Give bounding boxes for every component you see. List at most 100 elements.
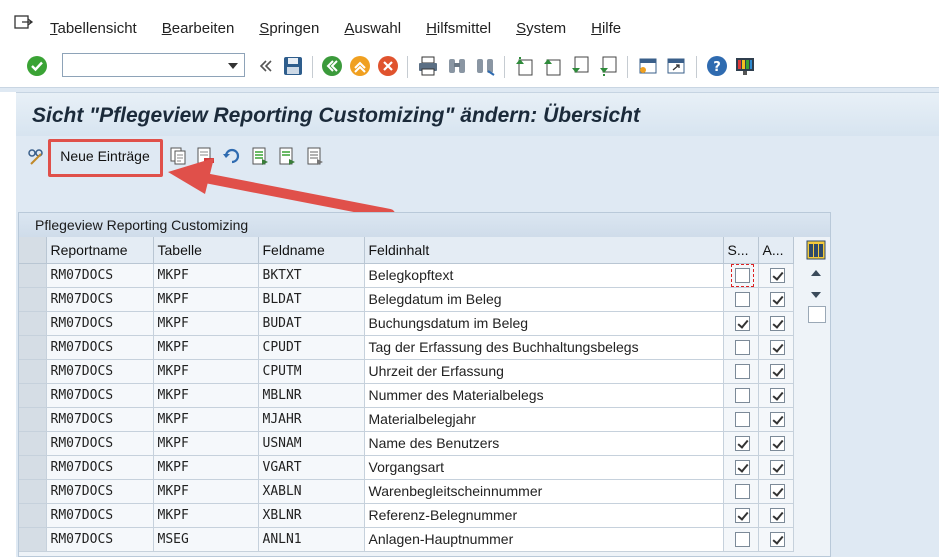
cell-reportname[interactable]: RM07DOCS: [46, 359, 154, 384]
chevron-down-icon[interactable]: [228, 63, 238, 69]
command-field[interactable]: [62, 53, 245, 77]
table-row[interactable]: RM07DOCS MKPF VGART Vorgangsart: [19, 455, 794, 480]
menu-item-bearbeiten[interactable]: Bearbeiten: [162, 20, 235, 37]
delete-icon[interactable]: [195, 146, 215, 166]
cell-reportname[interactable]: RM07DOCS: [46, 287, 154, 312]
table-row[interactable]: RM07DOCS MKPF MBLNR Nummer des Materialbele…: [19, 383, 794, 408]
back-icon[interactable]: [321, 55, 343, 77]
checkbox-s[interactable]: [735, 460, 750, 476]
checkbox-s[interactable]: [735, 316, 750, 332]
cell-feldinhalt[interactable]: Uhrzeit der Erfassung: [364, 359, 724, 384]
select-block-icon[interactable]: [277, 146, 297, 166]
menu-item-springen[interactable]: Springen: [259, 20, 319, 37]
confirm-icon[interactable]: [26, 55, 48, 77]
checkbox-s[interactable]: [735, 436, 750, 452]
checkbox-a[interactable]: [770, 460, 785, 476]
find-next-icon[interactable]: [474, 55, 496, 77]
new-session-icon[interactable]: [637, 55, 659, 77]
cell-feldname[interactable]: USNAM: [258, 431, 365, 456]
cell-feldinhalt[interactable]: Tag der Erfassung des Buchhaltungsbelegs: [364, 335, 724, 360]
row-selector[interactable]: [19, 527, 47, 552]
checkbox-a[interactable]: [770, 340, 785, 356]
cell-tabelle[interactable]: MKPF: [153, 479, 259, 504]
cell-feldinhalt[interactable]: Belegkopftext: [364, 263, 724, 288]
table-row[interactable]: RM07DOCS MKPF CPUDT Tag der Erfassung des B…: [19, 335, 794, 360]
deselect-all-icon[interactable]: [305, 146, 325, 166]
cell-feldname[interactable]: XABLN: [258, 479, 365, 504]
checkbox-a[interactable]: [770, 316, 785, 332]
select-all-icon[interactable]: [250, 146, 270, 166]
checkbox-a[interactable]: [770, 364, 785, 380]
cell-feldname[interactable]: CPUTM: [258, 359, 365, 384]
table-row[interactable]: RM07DOCS MKPF BLDAT Belegdatum im Beleg: [19, 287, 794, 312]
column-header-feldinhalt[interactable]: Feldinhalt: [364, 237, 724, 264]
cell-reportname[interactable]: RM07DOCS: [46, 431, 154, 456]
row-selector[interactable]: [19, 407, 47, 432]
cell-feldname[interactable]: VGART: [258, 455, 365, 480]
table-row[interactable]: RM07DOCS MKPF BKTXT Belegkopftext: [19, 263, 794, 288]
cell-reportname[interactable]: RM07DOCS: [46, 503, 154, 528]
cell-feldname[interactable]: ANLN1: [258, 527, 365, 552]
row-selector[interactable]: [19, 263, 47, 288]
cell-feldinhalt[interactable]: Anlagen-Hauptnummer: [364, 527, 724, 552]
cell-tabelle[interactable]: MKPF: [153, 263, 259, 288]
row-selector[interactable]: [19, 479, 47, 504]
find-icon[interactable]: [446, 55, 468, 77]
cell-tabelle[interactable]: MKPF: [153, 407, 259, 432]
cell-reportname[interactable]: RM07DOCS: [46, 479, 154, 504]
double-chevron-left-icon[interactable]: [255, 55, 277, 77]
cell-reportname[interactable]: RM07DOCS: [46, 311, 154, 336]
cell-tabelle[interactable]: MKPF: [153, 383, 259, 408]
checkbox-s[interactable]: [735, 364, 750, 380]
checkbox-a[interactable]: [770, 412, 785, 428]
copy-as-icon[interactable]: [168, 146, 188, 166]
table-row[interactable]: RM07DOCS MSEG ANLN1 Anlagen-Hauptnummer: [19, 527, 794, 552]
print-icon[interactable]: [417, 55, 439, 77]
table-row[interactable]: RM07DOCS MKPF USNAM Name des Benutzers: [19, 431, 794, 456]
cell-feldname[interactable]: BLDAT: [258, 287, 365, 312]
table-row[interactable]: RM07DOCS MKPF CPUTM Uhrzeit der Erfassung: [19, 359, 794, 384]
menu-item-hilfe[interactable]: Hilfe: [591, 20, 621, 37]
checkbox-s[interactable]: [735, 484, 750, 500]
cell-feldname[interactable]: BUDAT: [258, 311, 365, 336]
last-page-icon[interactable]: [597, 55, 619, 77]
table-row[interactable]: RM07DOCS MKPF XABLN Warenbegleitscheinnumme…: [19, 479, 794, 504]
row-selector[interactable]: [19, 287, 47, 312]
checkbox-s[interactable]: [735, 292, 750, 308]
cell-reportname[interactable]: RM07DOCS: [46, 407, 154, 432]
cell-feldinhalt[interactable]: Referenz-Belegnummer: [364, 503, 724, 528]
scroll-thumb[interactable]: [808, 306, 826, 323]
cell-tabelle[interactable]: MKPF: [153, 503, 259, 528]
column-header-feldname[interactable]: Feldname: [258, 237, 365, 264]
cell-tabelle[interactable]: MKPF: [153, 455, 259, 480]
cell-feldinhalt[interactable]: Nummer des Materialbelegs: [364, 383, 724, 408]
column-header-reportname[interactable]: Reportname: [46, 237, 154, 264]
cell-tabelle[interactable]: MSEG: [153, 527, 259, 552]
checkbox-a[interactable]: [770, 508, 785, 524]
cell-feldinhalt[interactable]: Buchungsdatum im Beleg: [364, 311, 724, 336]
menu-icon[interactable]: [14, 14, 34, 30]
column-header-tabelle[interactable]: Tabelle: [153, 237, 259, 264]
scroll-down-arrow[interactable]: [811, 292, 821, 298]
cell-tabelle[interactable]: MKPF: [153, 335, 259, 360]
checkbox-s[interactable]: [735, 412, 750, 428]
row-selector[interactable]: [19, 431, 47, 456]
cell-tabelle[interactable]: MKPF: [153, 359, 259, 384]
cell-tabelle[interactable]: MKPF: [153, 431, 259, 456]
row-selector[interactable]: [19, 335, 47, 360]
first-page-icon[interactable]: [513, 55, 535, 77]
vertical-scrollbar[interactable]: [804, 238, 830, 557]
cell-feldinhalt[interactable]: Vorgangsart: [364, 455, 724, 480]
row-selector[interactable]: [19, 359, 47, 384]
cell-feldinhalt[interactable]: Materialbelegjahr: [364, 407, 724, 432]
column-configuration-icon[interactable]: [806, 240, 826, 260]
row-selector[interactable]: [19, 503, 47, 528]
row-selector[interactable]: [19, 311, 47, 336]
checkbox-s[interactable]: [735, 340, 750, 356]
menu-item-tabellensicht[interactable]: Tabellensicht: [50, 20, 137, 37]
customize-layout-icon[interactable]: [734, 55, 756, 77]
exit-icon[interactable]: [349, 55, 371, 77]
cell-reportname[interactable]: RM07DOCS: [46, 527, 154, 552]
cell-reportname[interactable]: RM07DOCS: [46, 383, 154, 408]
menu-item-system[interactable]: System: [516, 20, 566, 37]
